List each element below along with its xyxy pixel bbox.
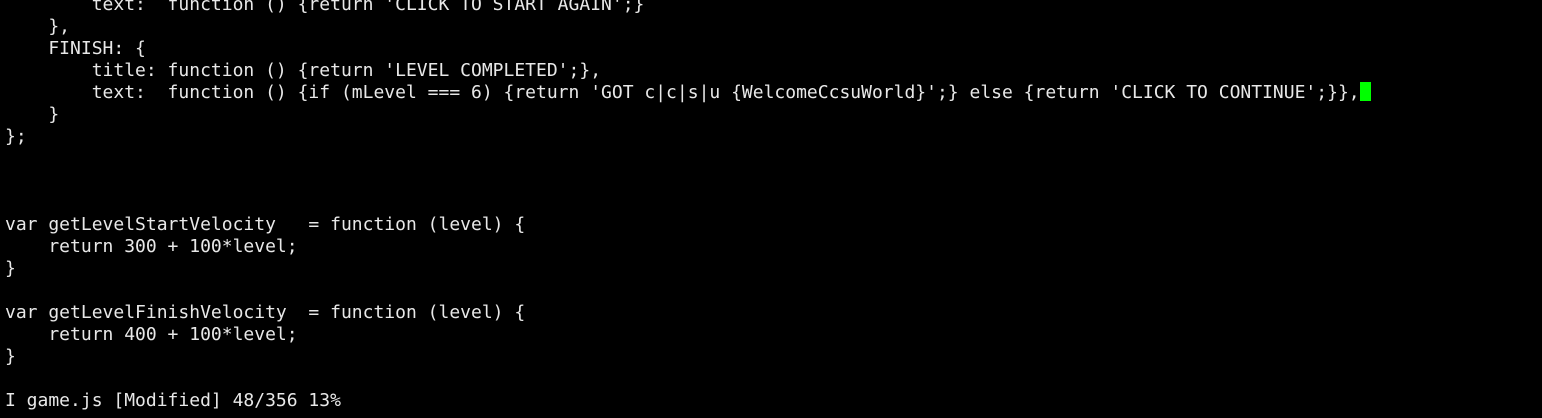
status-line: I game.js [Modified] 48/356 13% <box>5 390 341 411</box>
code-line-15: var getLevelFinishVelocity = function (l… <box>5 302 526 323</box>
code-line-5-text: text: function () {if (mLevel === 6) {re… <box>5 82 1360 103</box>
code-line-13: } <box>5 258 16 279</box>
editor-buffer[interactable]: text: function () {return 'CLICK TO STAR… <box>5 0 1535 368</box>
code-line-17: } <box>5 346 16 367</box>
terminal-window[interactable]: text: function () {return 'CLICK TO STAR… <box>0 0 1542 418</box>
code-line-6: } <box>5 104 60 125</box>
code-line-4: title: function () {return 'LEVEL COMPLE… <box>5 60 602 81</box>
code-line-2: }, <box>5 16 71 37</box>
text-cursor <box>1359 82 1371 101</box>
code-line-12: return 300 + 100*level; <box>5 236 298 257</box>
code-line-16: return 400 + 100*level; <box>5 324 298 345</box>
code-line-7: }; <box>5 126 27 147</box>
code-line-11: var getLevelStartVelocity = function (le… <box>5 214 526 235</box>
code-line-5-current[interactable]: text: function () {if (mLevel === 6) {re… <box>5 82 1535 104</box>
code-line-3: FINISH: { <box>5 38 146 59</box>
code-line-1: text: function () {return 'CLICK TO STAR… <box>5 0 645 15</box>
